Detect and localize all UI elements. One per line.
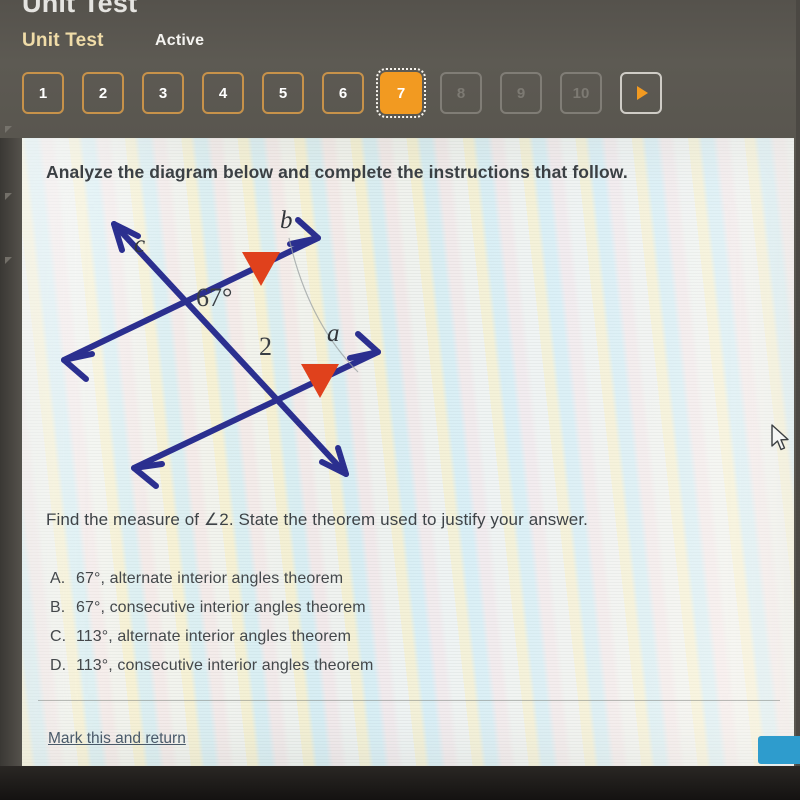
question-angle-symbol: ∠2 [203,510,229,529]
app-right-rail [796,0,800,800]
question-text-post: . State the theorem used to justify your… [228,510,588,529]
choice-letter: A. [50,570,66,587]
page-title-cropped: Unit Test [22,0,138,18]
choice-text: 113°, consecutive interior angles theore… [76,657,374,674]
rail-handle-icon [5,257,12,264]
question-text-pre: Find the measure of [46,510,204,529]
choice-letter: B. [50,599,66,616]
question-text: Find the measure of ∠2. State the theore… [46,510,588,530]
rail-handle-icon [5,126,12,133]
section-divider [38,700,780,701]
answer-choices: A. 67°, alternate interior angles theore… [50,570,373,686]
question-button-8: 8 [440,72,482,114]
next-question-button[interactable] [620,72,662,114]
instruction-text: Analyze the diagram below and complete t… [46,162,628,182]
play-triangle-icon [637,86,648,100]
question-button-6[interactable]: 6 [322,72,364,114]
question-button-7[interactable]: 7 [376,68,426,118]
answer-choice-d[interactable]: D. 113°, consecutive interior angles the… [50,657,373,686]
answer-choice-a[interactable]: A. 67°, alternate interior angles theore… [50,570,373,599]
choice-text: 113°, alternate interior angles theorem [76,628,352,645]
question-button-10: 10 [560,72,602,114]
choice-text: 67°, consecutive interior angles theorem [76,599,366,616]
question-button-3[interactable]: 3 [142,72,184,114]
screenshot-root: Unit Test Unit Test Active 1 2 3 4 5 6 7… [0,0,800,800]
choice-text: 67°, alternate interior angles theorem [76,570,344,587]
choice-letter: D. [50,657,67,674]
app-footer-bar [0,766,800,800]
status-badge: Active [155,32,205,49]
question-button-4[interactable]: 4 [202,72,244,114]
question-card: Analyze the diagram below and complete t… [22,138,794,766]
question-button-2[interactable]: 2 [82,72,124,114]
label-line-c: c [134,231,145,258]
choice-letter: C. [50,628,67,645]
geometry-diagram: c b a 67° 2 [61,207,381,489]
answer-choice-b[interactable]: B. 67°, consecutive interior angles theo… [50,599,373,628]
question-button-5[interactable]: 5 [262,72,304,114]
rail-handle-icon [5,193,12,200]
question-button-9: 9 [500,72,542,114]
question-button-1[interactable]: 1 [22,72,64,114]
label-line-b: b [280,207,293,234]
label-angle-67: 67° [196,283,232,312]
app-header [0,0,800,138]
mark-this-and-return-link[interactable]: Mark this and return [48,730,186,748]
label-angle-2: 2 [259,332,272,361]
page-title: Unit Test [22,30,104,51]
label-line-a: a [327,320,340,347]
answer-choice-c[interactable]: C. 113°, alternate interior angles theor… [50,628,373,657]
